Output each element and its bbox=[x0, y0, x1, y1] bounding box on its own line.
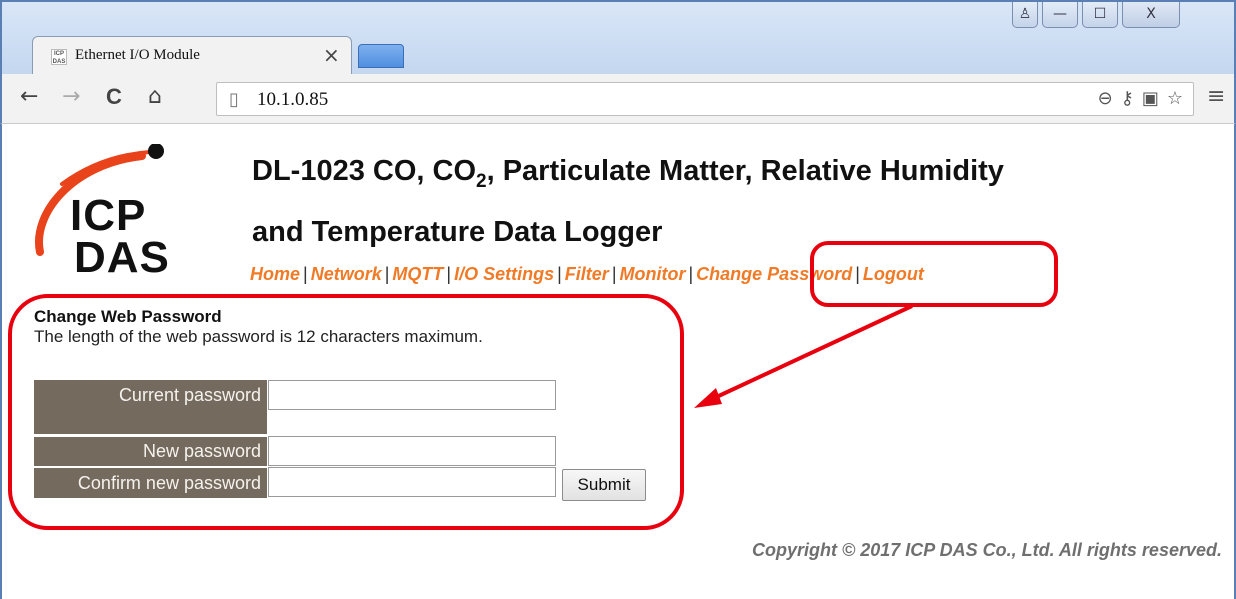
nav-filter[interactable]: Filter bbox=[565, 264, 609, 284]
title-subscript: 2 bbox=[476, 170, 487, 192]
title-part1: DL-1023 CO, CO bbox=[252, 155, 476, 187]
nav-separator: | bbox=[688, 264, 694, 284]
form-description: The length of the web password is 12 cha… bbox=[34, 327, 483, 346]
nav-network[interactable]: Network bbox=[311, 264, 382, 284]
nav-separator: | bbox=[611, 264, 617, 284]
nav-monitor[interactable]: Monitor bbox=[620, 264, 686, 284]
forward-icon[interactable]: → bbox=[62, 84, 80, 109]
back-icon[interactable]: ← bbox=[20, 84, 38, 109]
logo-text-das: DAS bbox=[74, 233, 170, 282]
close-tab-icon[interactable]: × bbox=[323, 43, 340, 67]
new-password-label: New password bbox=[34, 437, 267, 466]
title-line2: and Temperature Data Logger bbox=[252, 215, 663, 248]
home-icon[interactable]: ⌂ bbox=[148, 84, 162, 109]
browser-window: ICP DAS Ethernet I/O Module × ♙ — ☐ X ← … bbox=[0, 0, 1236, 599]
browser-toolbar: ← → C ⌂ ▯ 10.1.0.85 ⊖ ⚷ ▣ ☆ ≡ bbox=[0, 74, 1236, 124]
main-nav: Home | Network | MQTT | I/O Settings | Filter | Mo… bbox=[250, 264, 924, 285]
browser-tab[interactable]: ICP DAS Ethernet I/O Module × bbox=[32, 36, 352, 76]
logo-text-icp: ICP bbox=[70, 191, 147, 240]
form-title: Change Web Password bbox=[34, 307, 222, 326]
nav-io-settings[interactable]: I/O Settings bbox=[454, 264, 554, 284]
confirm-password-label: Confirm new password bbox=[34, 468, 267, 498]
menu-icon[interactable]: ≡ bbox=[1207, 84, 1225, 109]
current-password-field[interactable] bbox=[268, 380, 556, 410]
zoom-icon[interactable]: ⊖ bbox=[1098, 88, 1113, 109]
minimize-icon[interactable]: — bbox=[1042, 2, 1078, 28]
nav-separator: | bbox=[446, 264, 452, 284]
address-bar-icons: ⊖ ⚷ ▣ ☆ bbox=[1098, 88, 1183, 109]
address-bar[interactable]: ▯ 10.1.0.85 ⊖ ⚷ ▣ ☆ bbox=[216, 82, 1194, 116]
favicon-icon: ICP DAS bbox=[51, 49, 67, 65]
icp-das-logo: ICP DAS bbox=[32, 143, 182, 280]
new-tab-button[interactable] bbox=[358, 44, 404, 68]
close-window-icon[interactable]: X bbox=[1122, 2, 1180, 28]
nav-home[interactable]: Home bbox=[250, 264, 300, 284]
page-content: ICP DAS DL-1023 CO, CO2, Particulate Mat… bbox=[0, 124, 1236, 599]
nav-separator: | bbox=[855, 264, 860, 284]
nav-change-password[interactable]: Change Password bbox=[696, 264, 852, 284]
nav-mqtt[interactable]: MQTT bbox=[392, 264, 443, 284]
title-part2: , Particulate Matter, Relative Humidity bbox=[486, 155, 1004, 187]
reload-icon[interactable]: C bbox=[106, 84, 122, 110]
current-password-label: Current password bbox=[34, 380, 267, 434]
tab-title: Ethernet I/O Module bbox=[75, 47, 200, 63]
maximize-icon[interactable]: ☐ bbox=[1082, 2, 1118, 28]
nav-separator: | bbox=[303, 264, 308, 284]
nav-separator: | bbox=[557, 264, 562, 284]
title-bar: ICP DAS Ethernet I/O Module × ♙ — ☐ X bbox=[0, 0, 1236, 76]
bookmark-star-icon[interactable]: ☆ bbox=[1167, 88, 1183, 109]
new-password-field[interactable] bbox=[268, 436, 556, 466]
url-text[interactable]: 10.1.0.85 bbox=[257, 89, 328, 111]
page-icon: ▯ bbox=[229, 89, 239, 110]
copyright-text: Copyright © 2017 ICP DAS Co., Ltd. All r… bbox=[751, 540, 1222, 560]
nav-logout[interactable]: Logout bbox=[863, 264, 924, 284]
translate-icon[interactable]: ▣ bbox=[1142, 88, 1159, 109]
key-icon[interactable]: ⚷ bbox=[1121, 88, 1134, 109]
confirm-password-field[interactable] bbox=[268, 467, 556, 497]
user-icon[interactable]: ♙ bbox=[1012, 2, 1038, 28]
page-title: DL-1023 CO, CO2, Particulate Matter, Rel… bbox=[252, 146, 1212, 257]
submit-button[interactable]: Submit bbox=[562, 469, 646, 501]
window-controls: ♙ — ☐ X bbox=[1012, 2, 1180, 28]
nav-separator: | bbox=[384, 264, 390, 284]
